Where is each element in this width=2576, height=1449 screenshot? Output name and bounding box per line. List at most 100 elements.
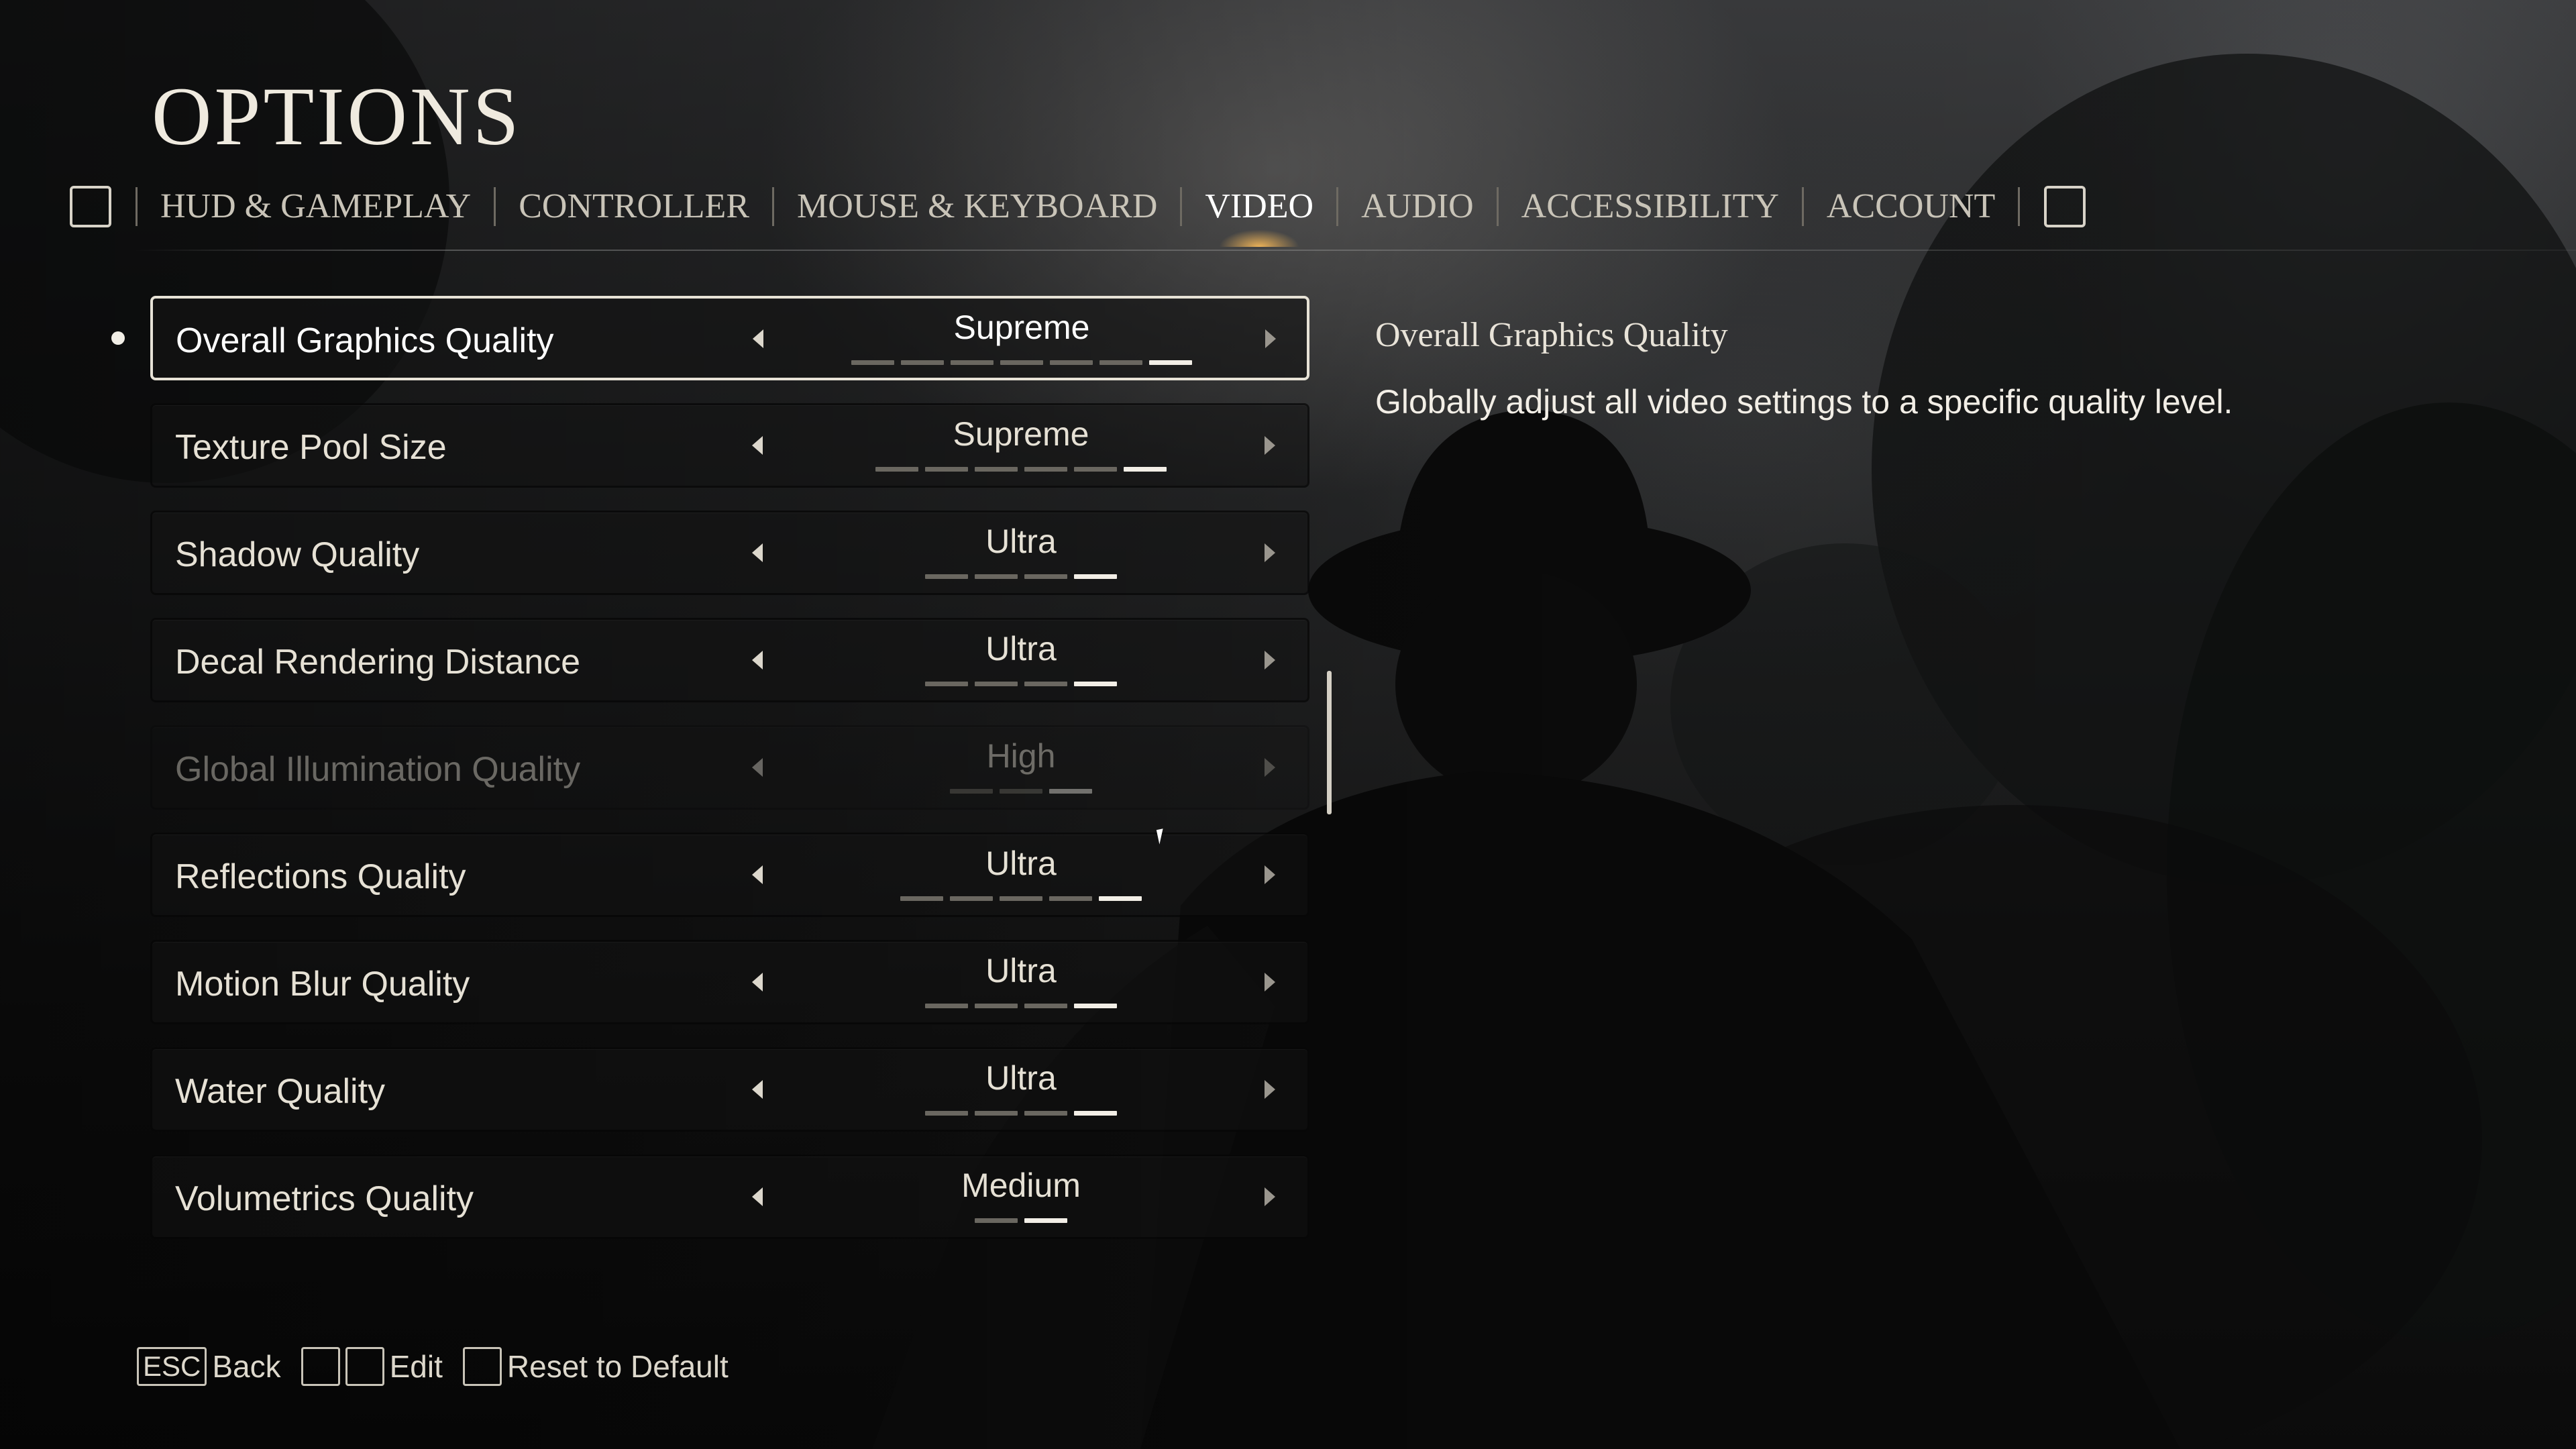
level-pip xyxy=(975,1111,1018,1116)
level-pip xyxy=(1000,360,1043,365)
setting-row[interactable]: Volumetrics Quality Medium xyxy=(150,1155,1309,1239)
setting-row[interactable]: Texture Pool Size Supreme xyxy=(150,403,1309,488)
level-indicator xyxy=(790,574,1252,579)
footer-hints: ESC Back Edit Reset to Default xyxy=(137,1347,743,1386)
arrow-left-icon[interactable] xyxy=(752,651,763,669)
prev-tab-key-icon[interactable] xyxy=(70,186,111,227)
arrow-left-icon[interactable] xyxy=(752,865,763,884)
level-pip xyxy=(925,467,968,472)
arrow-left-icon[interactable] xyxy=(752,1080,763,1099)
level-pip xyxy=(851,360,894,365)
tab-audio[interactable]: AUDIO xyxy=(1338,181,1497,232)
setting-value: Ultra xyxy=(985,523,1057,560)
edit-hint[interactable]: Edit xyxy=(390,1348,443,1385)
tab-account[interactable]: ACCOUNT xyxy=(1804,181,2018,232)
arrow-right-icon[interactable] xyxy=(1265,865,1275,884)
arrow-left-icon[interactable] xyxy=(752,543,763,562)
level-pip xyxy=(1024,574,1067,579)
level-pip xyxy=(1074,682,1117,686)
edit-key-right-icon xyxy=(345,1347,384,1386)
arrow-left-icon xyxy=(752,758,763,777)
setting-row[interactable]: Shadow Quality Ultra xyxy=(150,511,1309,595)
level-pip xyxy=(925,1111,968,1116)
arrow-right-icon[interactable] xyxy=(1265,1187,1275,1206)
setting-value: Ultra xyxy=(985,952,1057,989)
setting-row[interactable]: Reflections Quality Ultra xyxy=(150,833,1309,917)
level-indicator xyxy=(790,467,1252,472)
setting-label: Water Quality xyxy=(175,1072,386,1111)
setting-label: Texture Pool Size xyxy=(175,428,447,467)
description-title: Overall Graphics Quality xyxy=(1375,316,1728,354)
level-pip xyxy=(1024,467,1067,472)
arrow-right-icon[interactable] xyxy=(1265,436,1275,455)
level-pip xyxy=(975,1218,1018,1223)
next-tab-key-icon[interactable] xyxy=(2044,186,2086,227)
reset-hint[interactable]: Reset to Default xyxy=(507,1348,729,1385)
setting-row[interactable]: Decal Rendering Distance Ultra xyxy=(150,618,1309,702)
setting-row[interactable]: Water Quality Ultra xyxy=(150,1047,1309,1132)
level-pip xyxy=(975,467,1018,472)
tab-controller[interactable]: CONTROLLER xyxy=(496,181,772,232)
back-hint[interactable]: Back xyxy=(212,1348,280,1385)
tab-accessibility[interactable]: ACCESSIBILITY xyxy=(1499,181,1802,232)
arrow-right-icon xyxy=(1265,758,1275,777)
level-pip xyxy=(950,789,993,794)
level-pip xyxy=(1149,360,1192,365)
tab-bar: HUD & GAMEPLAY CONTROLLER MOUSE & KEYBOA… xyxy=(70,181,2086,232)
setting-row[interactable]: Motion Blur Quality Ultra xyxy=(150,940,1309,1024)
setting-label: Reflections Quality xyxy=(175,857,466,896)
setting-row[interactable]: Overall Graphics Quality Supreme xyxy=(150,296,1309,380)
arrow-right-icon[interactable] xyxy=(1265,973,1275,991)
arrow-left-icon[interactable] xyxy=(752,436,763,455)
setting-value: Supreme xyxy=(953,309,1090,346)
level-pip xyxy=(1024,1218,1067,1223)
level-pip xyxy=(925,574,968,579)
arrow-left-icon[interactable] xyxy=(752,1187,763,1206)
level-pip xyxy=(1000,789,1042,794)
level-indicator xyxy=(790,360,1253,365)
level-pip xyxy=(1074,574,1117,579)
level-pip xyxy=(951,360,994,365)
tab-separator xyxy=(2018,187,2021,226)
level-pip xyxy=(1000,896,1042,901)
description-text: Globally adjust all video settings to a … xyxy=(1375,383,2233,421)
arrow-right-icon[interactable] xyxy=(1265,543,1275,562)
level-pip xyxy=(900,896,943,901)
level-pip xyxy=(1099,896,1142,901)
arrow-right-icon[interactable] xyxy=(1265,651,1275,669)
level-pip xyxy=(1049,789,1092,794)
level-pip xyxy=(901,360,944,365)
level-indicator xyxy=(790,682,1252,686)
level-indicator xyxy=(790,789,1252,794)
settings-list: Overall Graphics Quality Supreme Texture P… xyxy=(150,296,1309,1262)
selection-bullet-icon xyxy=(111,331,125,345)
level-pip xyxy=(925,682,968,686)
arrow-left-icon[interactable] xyxy=(752,973,763,991)
tab-video[interactable]: VIDEO xyxy=(1182,181,1336,232)
level-pip xyxy=(1099,360,1142,365)
setting-value: Ultra xyxy=(985,630,1057,667)
scrollbar[interactable] xyxy=(1327,671,1332,814)
arrow-right-icon[interactable] xyxy=(1265,1080,1275,1099)
setting-label: Overall Graphics Quality xyxy=(176,321,554,360)
level-indicator xyxy=(790,896,1252,901)
level-pip xyxy=(1024,1111,1067,1116)
setting-value: High xyxy=(986,737,1056,775)
setting-label: Volumetrics Quality xyxy=(175,1179,474,1218)
tab-mouse-keyboard[interactable]: MOUSE & KEYBOARD xyxy=(774,181,1180,232)
level-pip xyxy=(975,682,1018,686)
level-indicator xyxy=(790,1218,1252,1223)
level-pip xyxy=(975,1004,1018,1008)
setting-label: Global Illumination Quality xyxy=(175,750,581,789)
arrow-right-icon[interactable] xyxy=(1265,329,1276,348)
setting-value: Ultra xyxy=(985,845,1057,882)
level-pip xyxy=(1074,1004,1117,1008)
tab-hud-gameplay[interactable]: HUD & GAMEPLAY xyxy=(138,181,494,232)
setting-label: Motion Blur Quality xyxy=(175,965,470,1004)
setting-row: Global Illumination Quality High xyxy=(150,725,1309,810)
level-pip xyxy=(925,1004,968,1008)
setting-value: Ultra xyxy=(985,1059,1057,1097)
page-title: OPTIONS xyxy=(152,70,522,162)
arrow-left-icon[interactable] xyxy=(753,329,763,348)
setting-label: Decal Rendering Distance xyxy=(175,643,581,682)
